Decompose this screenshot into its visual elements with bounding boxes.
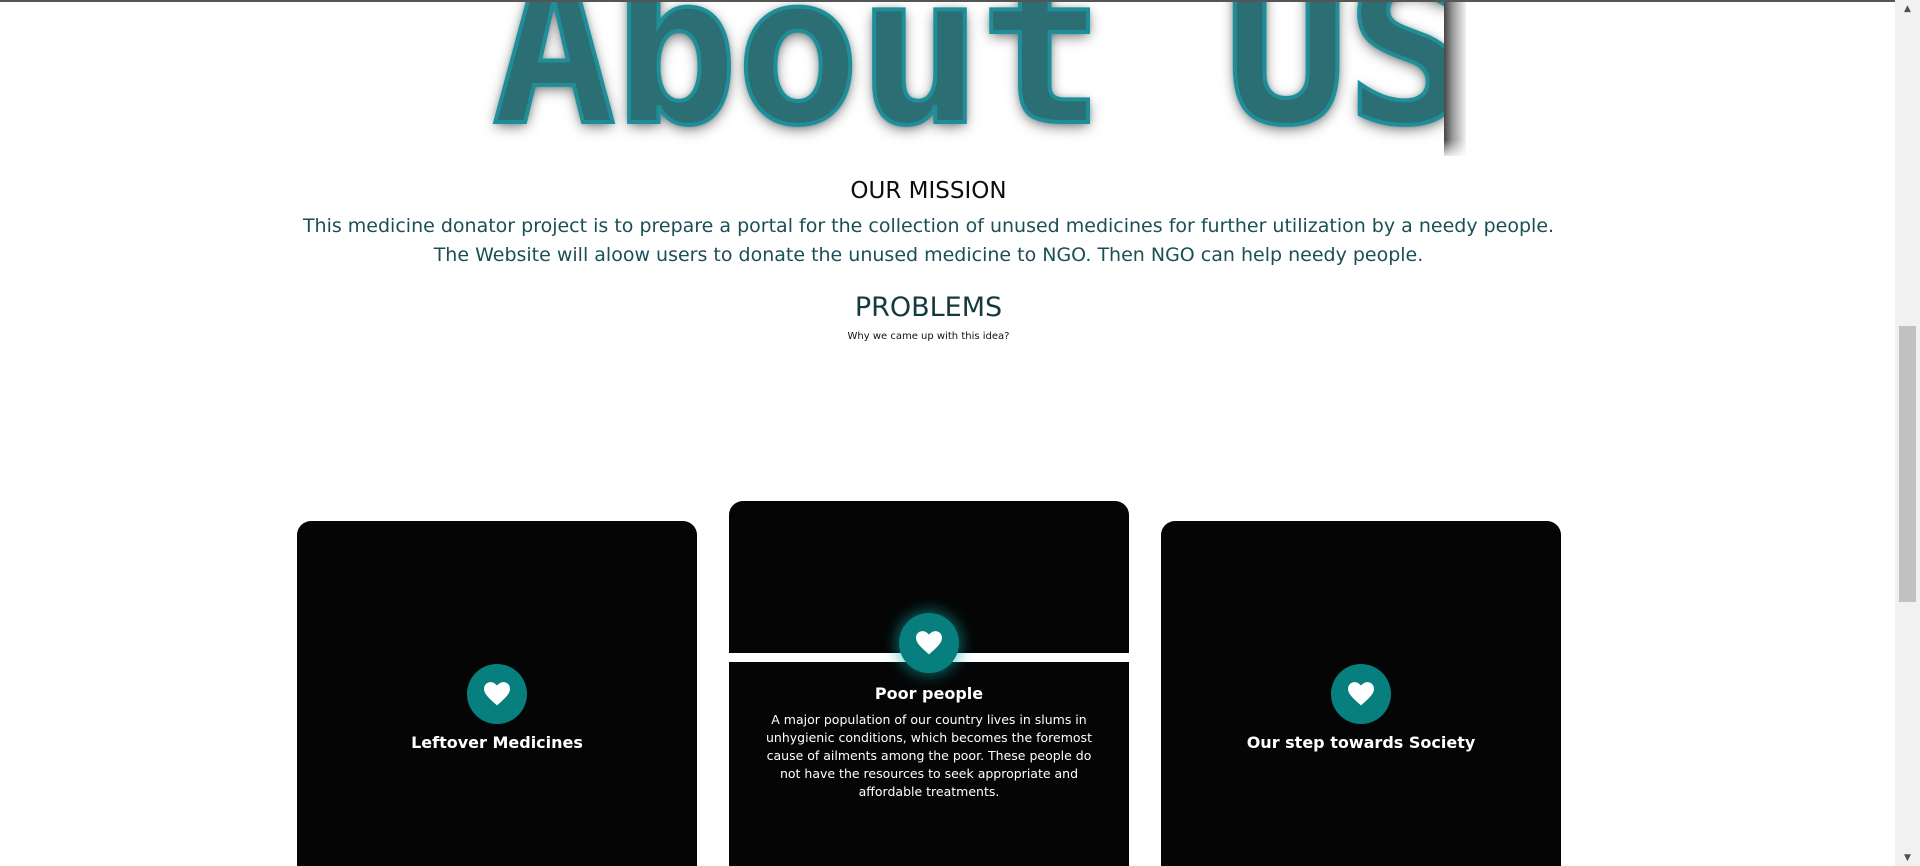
card-title: Leftover Medicines xyxy=(411,733,583,752)
vertical-scrollbar[interactable]: ▲ ▼ xyxy=(1895,0,1920,866)
mission-line-2: The Website will aloow users to donate t… xyxy=(433,244,1424,266)
card-title: Poor people xyxy=(874,684,984,703)
about-us-banner-text: About US xyxy=(490,2,1466,156)
scroll-down-arrow-icon[interactable]: ▼ xyxy=(1895,849,1920,866)
card-leftover-medicines[interactable]: Leftover Medicines xyxy=(297,521,697,866)
banner-bottom-fade xyxy=(482,140,1466,156)
problems-heading: PROBLEMS xyxy=(854,292,1003,323)
mission-paragraph: This medicine donator project is to prep… xyxy=(0,212,1857,270)
heart-icon xyxy=(899,613,959,673)
scrollbar-thumb[interactable] xyxy=(1899,326,1916,602)
banner-edge-shadow xyxy=(1444,2,1466,156)
problems-subtitle: Why we came up with this idea? xyxy=(847,331,1010,342)
card-description: A major population of our country lives … xyxy=(766,712,1092,799)
scroll-up-arrow-icon[interactable]: ▲ xyxy=(1895,0,1920,17)
heart-icon xyxy=(1331,664,1391,724)
card-poor-people[interactable]: Poor people A major population of our co… xyxy=(729,501,1129,866)
about-us-banner-image: About US xyxy=(482,2,1466,156)
mission-line-1: This medicine donator project is to prep… xyxy=(302,215,1555,237)
mission-heading: OUR MISSION xyxy=(850,178,1007,204)
heart-icon xyxy=(467,664,527,724)
card-title: Our step towards Society xyxy=(1246,733,1476,752)
card-our-step-towards-society[interactable]: Our step towards Society xyxy=(1161,521,1561,866)
page: About US OUR MISSION This medicine donat… xyxy=(0,0,1920,866)
